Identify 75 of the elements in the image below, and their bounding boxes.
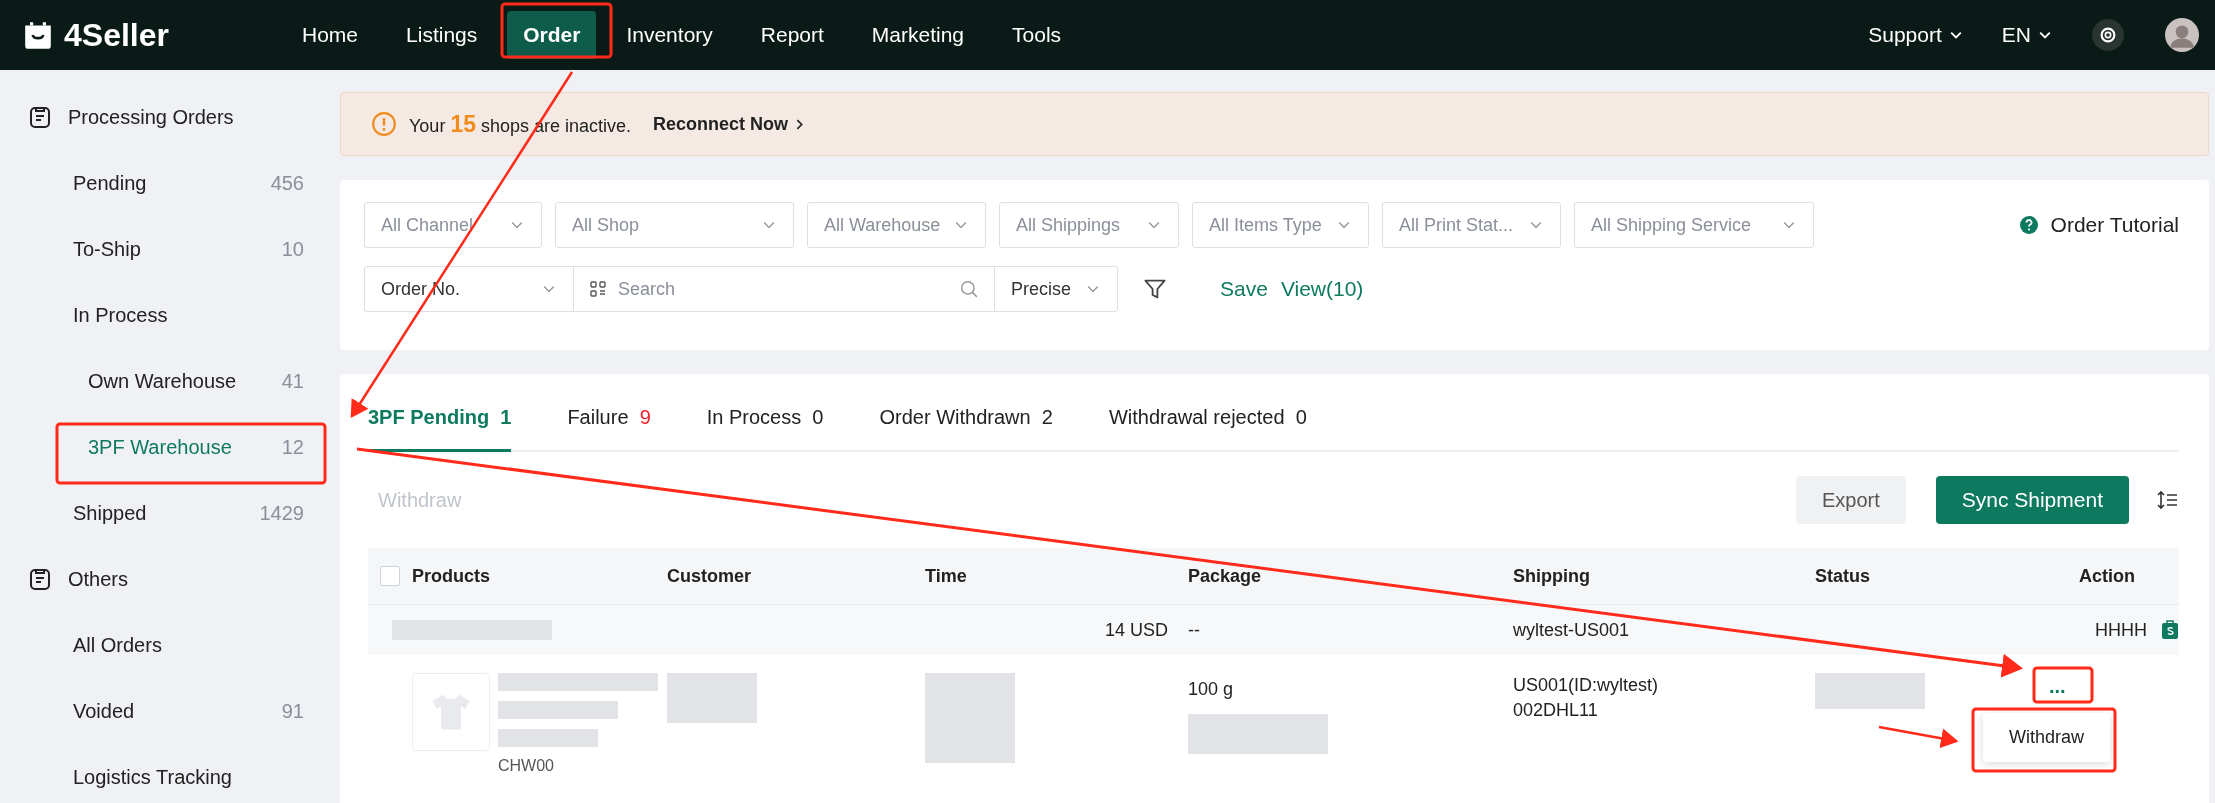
shipping-info: 002DHL11: [1513, 700, 1599, 721]
nav-link[interactable]: Inventory: [604, 11, 735, 59]
order-amount: 14 USD: [1104, 619, 1168, 640]
more-button[interactable]: ...: [2041, 673, 2074, 699]
nav-link[interactable]: Home: [280, 11, 381, 59]
shipping-info: US001(ID:wyltest): [1513, 675, 1660, 696]
clipboard-icon: [28, 567, 52, 591]
status-tab[interactable]: 3PF Pending 1: [368, 406, 512, 452]
status-tab[interactable]: Failure 9: [567, 406, 651, 452]
sidebar-group-title: Processing Orders: [68, 105, 234, 129]
checkbox[interactable]: [380, 566, 400, 586]
save-link[interactable]: Save: [1220, 277, 1268, 301]
chevron-down-icon: [1530, 221, 1542, 229]
support-menu[interactable]: Support: [1868, 23, 1962, 47]
sidebar-item[interactable]: 3PF Warehouse 12: [88, 414, 304, 480]
column-header: Action: [2079, 565, 2135, 586]
package-weight: 100 g: [1188, 679, 1235, 700]
sidebar-item[interactable]: In Process: [73, 282, 304, 348]
column-header: Shipping: [1513, 565, 1590, 586]
nav-link[interactable]: Order: [507, 11, 597, 59]
warning-icon: [371, 111, 397, 137]
search-icon: [960, 280, 978, 298]
nav-link[interactable]: Marketing: [849, 11, 987, 59]
clipboard-icon: [28, 105, 52, 129]
package-value: --: [1188, 619, 1200, 640]
sidebar-item[interactable]: Pending 456: [73, 150, 304, 216]
nav-link[interactable]: Listings: [384, 11, 500, 59]
menu-item[interactable]: Withdraw: [1983, 717, 2110, 758]
chevron-down-icon: [2039, 31, 2051, 39]
chevron-down-icon: [511, 221, 523, 229]
status-tab[interactable]: In Process 0: [706, 406, 824, 452]
language-menu[interactable]: EN: [2001, 23, 2051, 47]
sidebar-item[interactable]: To-Ship 10: [73, 216, 304, 282]
sidebar-item[interactable]: Own Warehouse 41: [88, 348, 304, 414]
chevron-down-icon: [1338, 221, 1350, 229]
chevron-down-icon: [763, 221, 775, 229]
match-dropdown[interactable]: Precise: [994, 266, 1118, 312]
column-header: Products: [412, 565, 490, 586]
sku-text: CHW00: [498, 757, 555, 775]
chevron-down-icon: [1783, 221, 1795, 229]
reconnect-link[interactable]: Reconnect Now: [653, 113, 804, 135]
export-button[interactable]: Export: [1795, 476, 1906, 524]
nav-link[interactable]: Tools: [990, 11, 1084, 59]
user-name: HHHH: [2095, 619, 2147, 641]
chevron-down-icon: [955, 221, 967, 229]
sidebar-group-title: Others: [68, 567, 129, 591]
grid-icon: [590, 281, 606, 297]
chevron-down-icon: [1148, 221, 1160, 229]
sidebar-item[interactable]: Logistics Tracking: [73, 744, 304, 803]
views-link[interactable]: View(10): [1280, 277, 1364, 301]
highlight-frame: [2032, 666, 2094, 704]
column-header: Time: [925, 565, 967, 586]
chevron-right-icon: [796, 118, 804, 130]
status-tab[interactable]: Order Withdrawn 2: [879, 406, 1053, 452]
avatar-icon[interactable]: [2165, 18, 2199, 52]
sync-shipment-button[interactable]: Sync Shipment: [1935, 476, 2129, 524]
settings-icon[interactable]: [2091, 18, 2125, 52]
nav-link[interactable]: Report: [738, 11, 846, 59]
sidebar-item[interactable]: Voided 91: [73, 678, 304, 744]
filter-icon[interactable]: [1143, 277, 1167, 301]
chevron-down-icon: [543, 285, 555, 293]
sidebar-item[interactable]: Shipped 1429: [73, 480, 304, 546]
sort-icon[interactable]: [2157, 490, 2179, 510]
column-header: Package: [1188, 565, 1262, 586]
shop-name: wyltest-US001: [1513, 619, 1630, 640]
status-tab[interactable]: Withdrawal rejected 0: [1108, 406, 1307, 452]
column-header: Customer: [667, 565, 751, 586]
order-tutorial-link[interactable]: Order Tutorial: [2018, 213, 2185, 237]
chevron-down-icon: [1087, 285, 1099, 293]
sidebar-item[interactable]: All Orders: [73, 612, 304, 678]
help-icon: [2018, 215, 2039, 235]
chevron-down-icon: [1949, 31, 1962, 39]
logo-text: 4Seller: [64, 16, 169, 54]
bag-icon: [22, 19, 54, 51]
column-header: Status: [1815, 565, 1870, 586]
